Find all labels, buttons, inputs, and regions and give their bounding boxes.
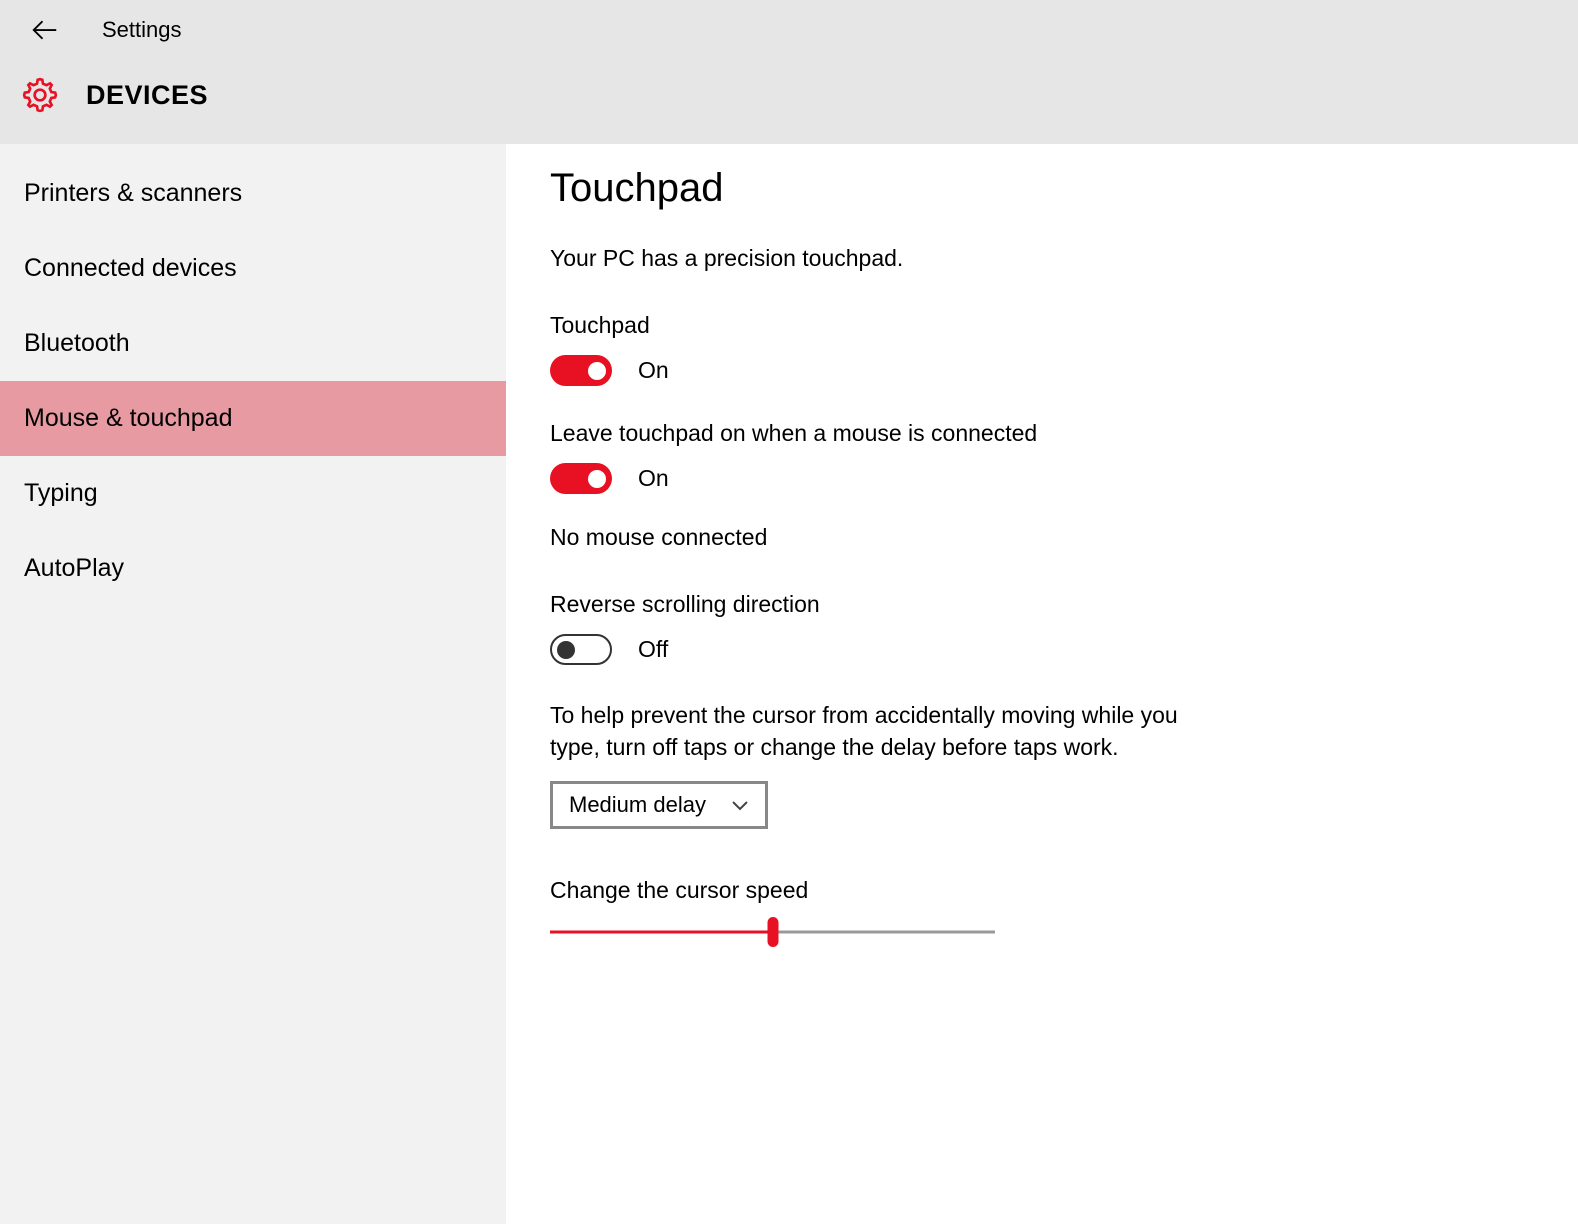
title-row: Settings bbox=[0, 0, 1578, 60]
back-arrow-icon bbox=[30, 15, 60, 45]
slider-thumb-icon bbox=[767, 917, 778, 947]
content: Touchpad Your PC has a precision touchpa… bbox=[506, 144, 1578, 1224]
intro-text: Your PC has a precision touchpad. bbox=[550, 245, 1508, 272]
category-title: DEVICES bbox=[86, 80, 208, 111]
tap-delay-dropdown[interactable]: Medium delay bbox=[550, 781, 768, 829]
back-button[interactable] bbox=[30, 15, 60, 45]
mouse-status: No mouse connected bbox=[550, 524, 1508, 551]
cursor-speed-slider-wrap bbox=[550, 920, 1508, 944]
sidebar: Printers & scanners Connected devices Bl… bbox=[0, 144, 506, 1224]
chevron-down-icon bbox=[731, 792, 749, 818]
app-title: Settings bbox=[102, 17, 182, 43]
sidebar-item-connected-devices[interactable]: Connected devices bbox=[0, 231, 506, 306]
leave-on-mouse-toggle[interactable] bbox=[550, 463, 612, 494]
toggle-knob-icon bbox=[557, 641, 575, 659]
cursor-speed-slider[interactable] bbox=[550, 920, 995, 944]
tap-delay-selected: Medium delay bbox=[569, 792, 706, 818]
sidebar-item-autoplay[interactable]: AutoPlay bbox=[0, 531, 506, 606]
leave-on-mouse-label: Leave touchpad on when a mouse is connec… bbox=[550, 420, 1508, 447]
touchpad-toggle-label: Touchpad bbox=[550, 312, 1508, 339]
sidebar-item-typing[interactable]: Typing bbox=[0, 456, 506, 531]
sidebar-item-label: Connected devices bbox=[24, 254, 237, 282]
page-heading: Touchpad bbox=[550, 166, 1508, 211]
toggle-knob-icon bbox=[588, 470, 606, 488]
reverse-scroll-toggle-row: Off bbox=[550, 634, 1508, 665]
sidebar-item-label: Mouse & touchpad bbox=[24, 404, 232, 432]
sidebar-item-label: Printers & scanners bbox=[24, 179, 242, 207]
leave-on-mouse-toggle-state: On bbox=[638, 465, 669, 492]
sidebar-item-label: Typing bbox=[24, 479, 98, 507]
leave-on-mouse-toggle-row: On bbox=[550, 463, 1508, 494]
sidebar-item-label: AutoPlay bbox=[24, 554, 124, 582]
reverse-scroll-toggle-state: Off bbox=[638, 636, 668, 663]
toggle-knob-icon bbox=[588, 362, 606, 380]
sidebar-item-mouse-touchpad[interactable]: Mouse & touchpad bbox=[0, 381, 506, 456]
cursor-speed-label: Change the cursor speed bbox=[550, 877, 1508, 904]
reverse-scroll-toggle[interactable] bbox=[550, 634, 612, 665]
gear-icon bbox=[20, 75, 60, 115]
header: Settings DEVICES bbox=[0, 0, 1578, 144]
category-row: DEVICES bbox=[0, 60, 1578, 130]
slider-fill bbox=[550, 931, 773, 934]
tap-delay-help: To help prevent the cursor from accident… bbox=[550, 699, 1210, 763]
sidebar-item-label: Bluetooth bbox=[24, 329, 130, 357]
sidebar-item-printers-scanners[interactable]: Printers & scanners bbox=[0, 156, 506, 231]
touchpad-toggle[interactable] bbox=[550, 355, 612, 386]
touchpad-toggle-state: On bbox=[638, 357, 669, 384]
reverse-scroll-label: Reverse scrolling direction bbox=[550, 591, 1508, 618]
main: Printers & scanners Connected devices Bl… bbox=[0, 144, 1578, 1224]
touchpad-toggle-row: On bbox=[550, 355, 1508, 386]
sidebar-item-bluetooth[interactable]: Bluetooth bbox=[0, 306, 506, 381]
